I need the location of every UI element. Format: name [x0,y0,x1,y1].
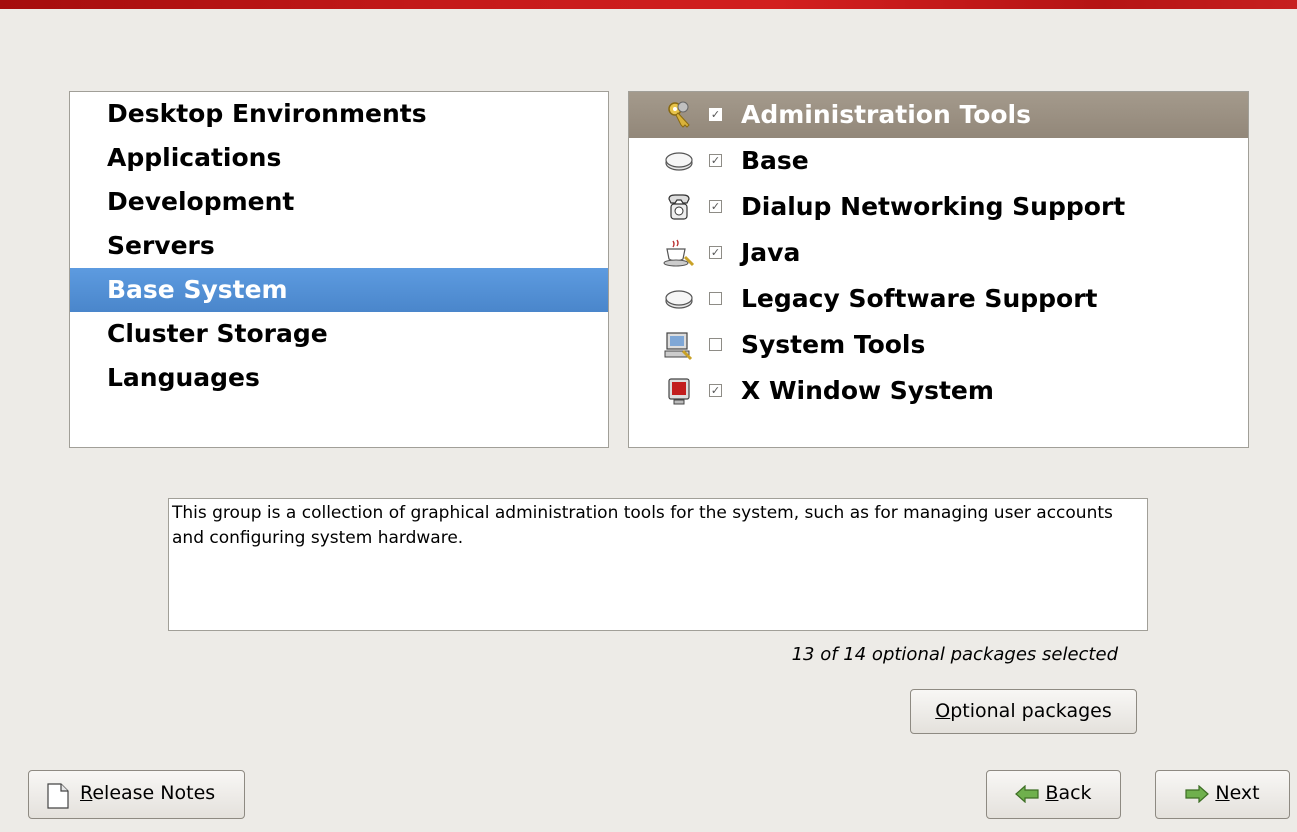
monitor-icon [668,378,690,405]
group-checkbox[interactable] [709,292,722,305]
group-label: Dialup Networking Support [741,192,1126,221]
category-label: Cluster Storage [107,319,328,348]
category-label: Servers [107,231,215,260]
group-item-x-window-system[interactable]: ✓ X Window System [629,368,1248,414]
category-label: Development [107,187,295,216]
group-label: Base [741,146,809,175]
disk-icon [665,152,693,171]
group-item-administration-tools[interactable]: ✓ Administration Tools [629,92,1248,138]
group-checkbox[interactable]: ✓ [709,200,722,213]
category-item-base-system[interactable]: Base System [70,268,608,312]
package-count-status: 13 of 14 optional packages selected [791,644,1118,665]
category-item-cluster-storage[interactable]: Cluster Storage [70,312,608,356]
disk-icon [665,290,693,309]
button-label: ack [1058,782,1092,804]
next-button[interactable]: Next [1155,770,1290,819]
back-button[interactable]: Back [986,770,1121,819]
category-item-languages[interactable]: Languages [70,356,608,400]
button-label: elease Notes [92,782,216,804]
coffee-cup-icon [663,239,695,267]
category-item-desktop-environments[interactable]: Desktop Environments [70,92,608,136]
computer-icon [664,332,693,361]
group-label: System Tools [741,330,926,359]
group-item-dialup-networking-support[interactable]: ✓ Dialup Networking Support [629,184,1248,230]
group-checkbox[interactable]: ✓ [709,384,722,397]
group-checkbox[interactable]: ✓ [709,246,722,259]
category-item-development[interactable]: Development [70,180,608,224]
category-list[interactable]: Desktop Environments Applications Develo… [69,91,609,448]
group-item-legacy-software-support[interactable]: Legacy Software Support [629,276,1248,322]
category-item-applications[interactable]: Applications [70,136,608,180]
group-item-system-tools[interactable]: System Tools [629,322,1248,368]
arrow-right-icon [1185,784,1210,803]
release-notes-button[interactable]: Release Notes [28,770,245,819]
category-label: Base System [107,275,288,304]
phone-icon [668,194,690,220]
group-checkbox[interactable]: ✓ [709,154,722,167]
group-description: This group is a collection of graphical … [168,498,1148,631]
optional-packages-button[interactable]: Optional packages [910,689,1137,734]
category-item-servers[interactable]: Servers [70,224,608,268]
group-label: Legacy Software Support [741,284,1098,313]
group-label: Administration Tools [741,100,1031,129]
group-label: Java [741,238,801,267]
top-banner [0,0,1297,9]
button-label: ptional packages [950,700,1112,722]
group-item-java[interactable]: ✓ Java [629,230,1248,276]
document-icon [47,783,69,809]
mnemonic: R [80,782,93,804]
mnemonic: O [935,700,951,722]
mnemonic: B [1045,782,1059,804]
group-list[interactable]: ✓ Administration Tools ✓ Base ✓ Dialup N… [628,91,1249,448]
button-label: ext [1229,782,1260,804]
mnemonic: N [1215,782,1230,804]
category-label: Desktop Environments [107,99,427,128]
category-label: Applications [107,143,282,172]
group-checkbox[interactable] [709,338,722,351]
group-item-base[interactable]: ✓ Base [629,138,1248,184]
arrow-left-icon [1015,784,1040,803]
group-checkbox[interactable]: ✓ [709,108,722,121]
keys-icon [668,101,690,128]
category-label: Languages [107,363,260,392]
group-label: X Window System [741,376,994,405]
